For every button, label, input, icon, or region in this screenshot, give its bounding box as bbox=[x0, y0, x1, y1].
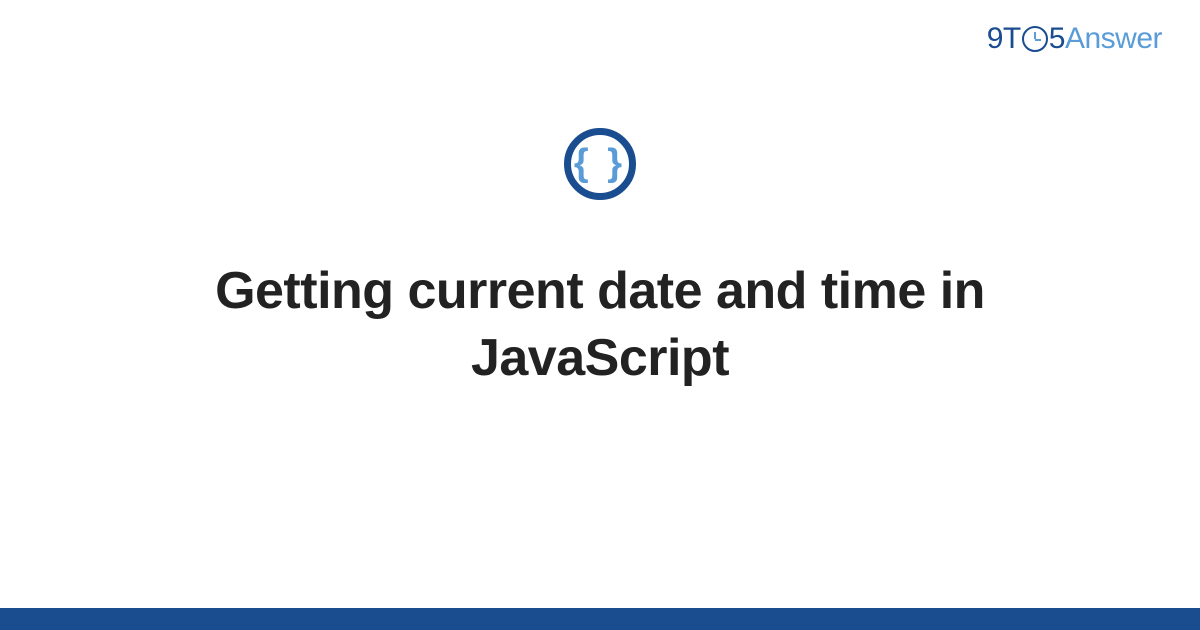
clock-icon bbox=[1022, 26, 1048, 52]
braces-glyph: { } bbox=[574, 144, 626, 182]
main-content: { } Getting current date and time in Jav… bbox=[0, 128, 1200, 391]
logo-text-5: 5 bbox=[1049, 22, 1065, 56]
site-logo[interactable]: 9T 5 Answer bbox=[987, 22, 1162, 56]
code-braces-icon: { } bbox=[564, 128, 636, 200]
logo-text-answer: Answer bbox=[1065, 22, 1162, 56]
logo-text-9t: 9T bbox=[987, 22, 1021, 56]
footer-accent-bar bbox=[0, 608, 1200, 630]
page-title: Getting current date and time in JavaScr… bbox=[100, 258, 1100, 391]
